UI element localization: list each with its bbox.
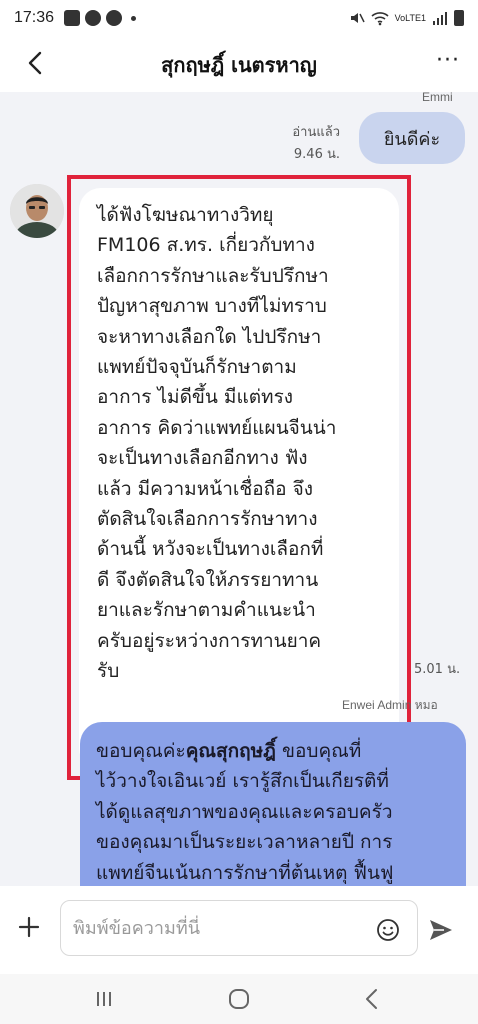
network-label: VoLTE1 <box>394 13 426 23</box>
recents-icon <box>97 992 111 1006</box>
message-line: ไว้วางใจเอินเวย์ เรารู้สึกเป็นเกียรติที่ <box>96 770 389 793</box>
sender-name: Emmi <box>422 92 453 104</box>
home-icon <box>229 989 249 1009</box>
status-time: 17:36 <box>14 9 55 26</box>
gallery-icon <box>64 10 81 26</box>
message-line: ได้ดูแลสุขภาพของคุณและครอบครัว <box>96 800 393 823</box>
message-input-bar <box>0 886 478 974</box>
avatar[interactable] <box>10 184 64 238</box>
line-app-icon <box>106 10 123 26</box>
send-icon <box>430 920 452 940</box>
message-text: ยินดีค่ะ <box>383 128 441 150</box>
recents-button[interactable] <box>94 989 114 1009</box>
message-meta: อ่านแล้ว 9.46 น. <box>262 122 340 166</box>
highlight-frame <box>67 175 411 780</box>
message-line: ของคุณมาเป็นระยะเวลาหลายปี การ <box>96 831 393 854</box>
emoji-button[interactable] <box>376 918 400 942</box>
wifi-icon <box>371 12 389 26</box>
chat-header: สุกฤษฎิ์ เนตรหาญ ··· <box>0 36 478 92</box>
send-button[interactable] <box>428 918 454 942</box>
add-attachment-button[interactable] <box>18 914 40 944</box>
message-time: 9.46 น. <box>293 147 340 162</box>
message-text: ขอบคุณที่ <box>275 740 362 762</box>
nav-back-button[interactable] <box>364 988 380 1010</box>
more-notifications-icon <box>131 15 137 21</box>
notification-icons <box>64 10 137 26</box>
contact-avatar-icon <box>10 184 64 238</box>
mute-icon <box>350 13 365 23</box>
plus-icon <box>18 916 40 938</box>
chat-area[interactable]: Emmi อ่านแล้ว 9.46 น. ยินดีค่ะ ได้ฟังโฆษ… <box>0 92 478 886</box>
mention-name: คุณสุกฤษฎิ์ <box>185 740 276 762</box>
message-time: 5.01 น. <box>414 662 461 677</box>
outgoing-message-bubble[interactable]: ยินดีค่ะ <box>359 112 465 164</box>
message-line: ขอบคุณค่ะคุณสุกฤษฎิ์ ขอบคุณที่ <box>96 736 452 766</box>
status-bar: 17:36 VoLTE1 <box>0 0 478 36</box>
status-right: VoLTE1 <box>349 10 464 26</box>
system-navigation-bar <box>0 974 478 1024</box>
message-line: แพทย์จีนเน้นการรักษาที่ต้นเหตุ ฟื้นฟู <box>96 861 394 884</box>
read-receipt: อ่านแล้ว <box>292 125 340 140</box>
home-button[interactable] <box>228 988 250 1010</box>
sender-name: Enwei Admin หมอ <box>342 698 438 712</box>
more-options-button[interactable]: ··· <box>436 48 460 73</box>
battery-icon <box>454 10 464 26</box>
signal-icon <box>433 12 447 25</box>
line-app-icon <box>85 10 102 26</box>
outgoing-message-bubble[interactable]: ขอบคุณค่ะคุณสุกฤษฎิ์ ขอบคุณที่ ไว้วางใจเ… <box>80 722 466 886</box>
message-input[interactable] <box>60 900 418 956</box>
smiley-icon <box>377 919 399 941</box>
chevron-left-icon <box>366 989 377 1009</box>
contact-name: สุกฤษฎิ์ เนตรหาญ <box>161 53 317 77</box>
message-text: ขอบคุณค่ะ <box>96 740 186 762</box>
